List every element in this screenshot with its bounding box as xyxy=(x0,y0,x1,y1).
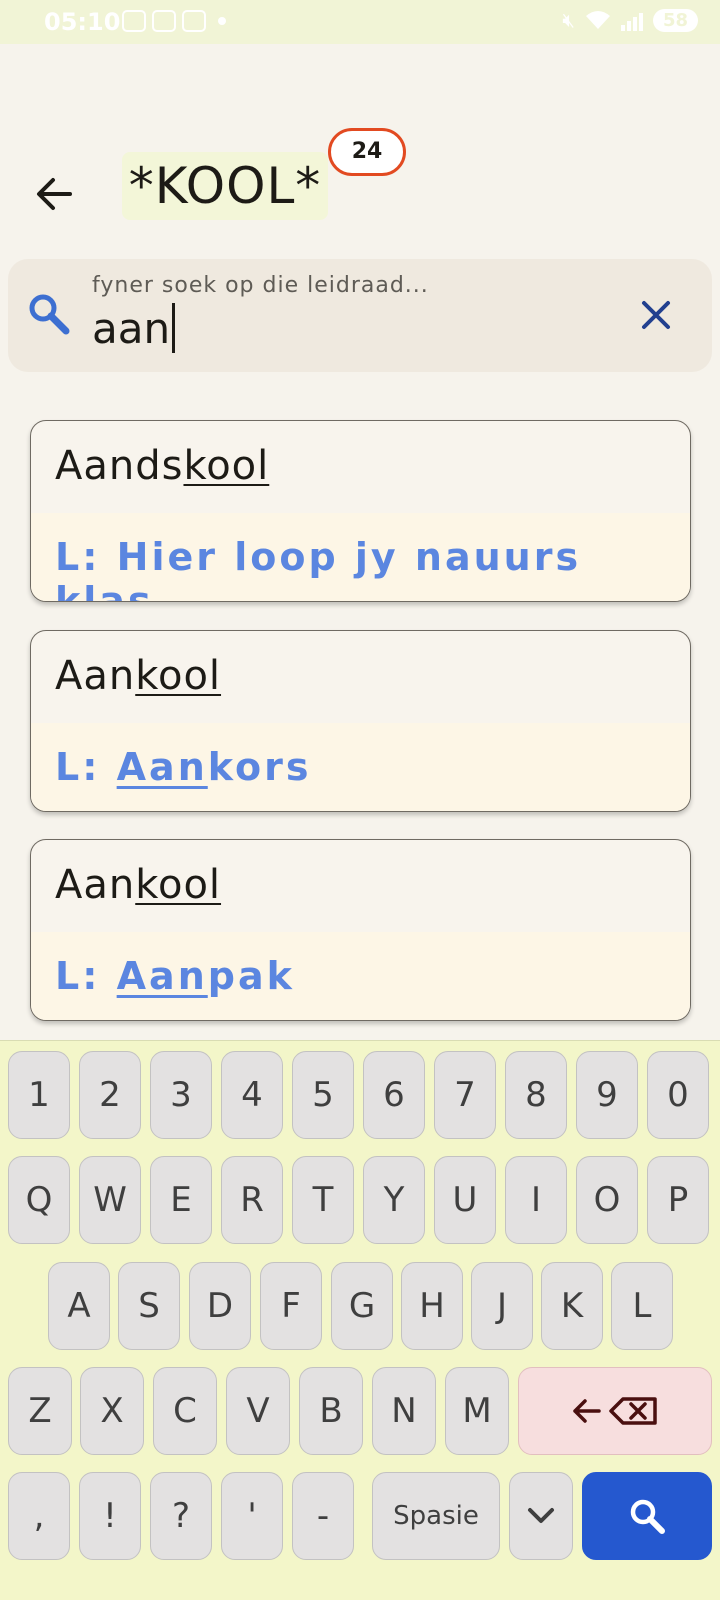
key[interactable]: B xyxy=(299,1367,363,1455)
clue-rest: pak xyxy=(207,954,295,998)
wifi-icon xyxy=(585,11,610,29)
search-field[interactable]: fyner soek op die leidraad... aan xyxy=(8,259,712,372)
word-prefix: Aan xyxy=(55,862,136,908)
youtube-icon xyxy=(152,10,176,32)
key[interactable]: I xyxy=(505,1156,567,1244)
system-icons: 🔇︎ 58 xyxy=(562,8,698,32)
clue-match: Aan xyxy=(116,954,208,998)
key[interactable]: Q xyxy=(8,1156,70,1244)
result-word: Aandskool xyxy=(55,443,269,489)
key[interactable]: F xyxy=(260,1262,322,1350)
search-icon xyxy=(630,1499,665,1534)
back-arrow-icon xyxy=(37,178,72,210)
key[interactable]: C xyxy=(153,1367,217,1455)
space-key[interactable]: Spasie xyxy=(372,1472,500,1560)
key[interactable]: M xyxy=(445,1367,509,1455)
backspace-key[interactable] xyxy=(518,1367,712,1455)
clue-prefix: L: xyxy=(55,954,117,998)
key[interactable]: - xyxy=(292,1472,354,1560)
status-bar: 05:10 🔇︎ 58 xyxy=(0,0,720,44)
clue-prefix: L: xyxy=(55,535,117,579)
battery-indicator: 58 xyxy=(652,8,698,32)
key[interactable]: ' xyxy=(221,1472,283,1560)
key[interactable]: H xyxy=(401,1262,463,1350)
key[interactable]: A xyxy=(48,1262,110,1350)
key[interactable]: 7 xyxy=(434,1051,496,1139)
word-match: kool xyxy=(183,443,270,489)
hide-keyboard-key[interactable] xyxy=(509,1472,573,1560)
text-caret xyxy=(172,303,176,353)
clue-row: L: Hier loop jy nauurs klas xyxy=(31,513,690,602)
key[interactable]: S xyxy=(118,1262,180,1350)
key[interactable]: 6 xyxy=(363,1051,425,1139)
key[interactable]: D xyxy=(189,1262,251,1350)
key[interactable]: U xyxy=(434,1156,496,1244)
result-count-badge: 24 xyxy=(328,128,406,176)
key[interactable]: 2 xyxy=(79,1051,141,1139)
backspace-icon xyxy=(573,1397,657,1425)
key[interactable]: 5 xyxy=(292,1051,354,1139)
result-card[interactable]: Aandskool L: Hier loop jy nauurs klas xyxy=(30,420,691,602)
key[interactable]: O xyxy=(576,1156,638,1244)
key[interactable]: , xyxy=(8,1472,70,1560)
signal-icon xyxy=(620,9,643,31)
key[interactable]: P xyxy=(647,1156,709,1244)
key[interactable]: K xyxy=(541,1262,603,1350)
clue-rest: kors xyxy=(207,745,312,789)
key[interactable]: V xyxy=(226,1367,290,1455)
clue-rest: Hier loop jy nauurs klas xyxy=(55,535,582,602)
result-card[interactable]: Aankool L: Aankors xyxy=(30,630,691,812)
result-clue: L: Hier loop jy nauurs klas xyxy=(55,535,690,602)
status-time: 05:10 xyxy=(44,8,121,36)
result-clue: L: Aankors xyxy=(55,745,311,789)
key[interactable]: Z xyxy=(8,1367,72,1455)
key[interactable]: 4 xyxy=(221,1051,283,1139)
result-word: Aankool xyxy=(55,653,221,699)
search-input[interactable]: aan xyxy=(92,303,176,353)
key[interactable]: X xyxy=(80,1367,144,1455)
word-prefix: Aands xyxy=(55,443,184,489)
key[interactable]: R xyxy=(221,1156,283,1244)
key[interactable]: ! xyxy=(79,1472,141,1560)
back-button[interactable] xyxy=(30,170,78,218)
key[interactable]: L xyxy=(611,1262,673,1350)
key[interactable]: E xyxy=(150,1156,212,1244)
search-label: fyner soek op die leidraad... xyxy=(92,273,429,298)
keyboard: 1 2 3 4 5 6 7 8 9 0 Q W E R T Y U I O P … xyxy=(0,1040,720,1600)
result-clue: L: Aanpak xyxy=(55,954,295,998)
key[interactable]: 0 xyxy=(647,1051,709,1139)
close-icon[interactable] xyxy=(638,297,674,333)
search-key[interactable] xyxy=(582,1472,712,1560)
key[interactable]: 8 xyxy=(505,1051,567,1139)
word-match: kool xyxy=(135,862,222,908)
chevron-down-icon xyxy=(528,1508,554,1523)
mute-icon: 🔇︎ xyxy=(562,8,575,32)
more-notifications-icon xyxy=(218,17,226,25)
page-title: *KOOL* xyxy=(122,152,328,220)
key[interactable]: J xyxy=(471,1262,533,1350)
word-prefix: Aan xyxy=(55,653,136,699)
key[interactable]: 3 xyxy=(150,1051,212,1139)
key[interactable]: ? xyxy=(150,1472,212,1560)
search-icon xyxy=(29,294,70,335)
search-input-value: aan xyxy=(92,304,171,353)
clue-match: Aan xyxy=(116,745,208,789)
key[interactable]: 1 xyxy=(8,1051,70,1139)
youtube-icon xyxy=(182,10,206,32)
result-word: Aankool xyxy=(55,862,221,908)
result-card[interactable]: Aankool L: Aanpak xyxy=(30,839,691,1021)
clue-prefix: L: xyxy=(55,745,117,789)
key[interactable]: N xyxy=(372,1367,436,1455)
notification-icons xyxy=(122,10,226,32)
clue-row: L: Aankors xyxy=(31,723,690,811)
word-match: kool xyxy=(135,653,222,699)
key[interactable]: 9 xyxy=(576,1051,638,1139)
key[interactable]: W xyxy=(79,1156,141,1244)
key[interactable]: T xyxy=(292,1156,354,1244)
screenshot-icon xyxy=(122,10,146,32)
key[interactable]: G xyxy=(331,1262,393,1350)
clue-row: L: Aanpak xyxy=(31,932,690,1020)
key[interactable]: Y xyxy=(363,1156,425,1244)
